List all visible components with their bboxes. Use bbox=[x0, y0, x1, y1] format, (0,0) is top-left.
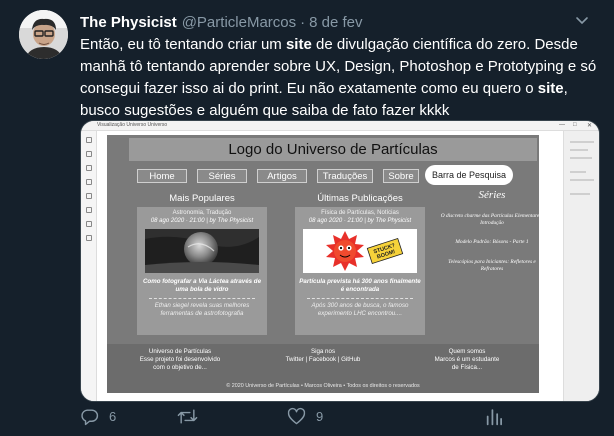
select-tool-icon bbox=[86, 137, 92, 143]
like-icon bbox=[287, 407, 306, 426]
analytics-icon bbox=[485, 407, 503, 426]
search-bar: Barra de Pesquisa bbox=[425, 165, 513, 185]
tweet-date[interactable]: 8 de fev bbox=[309, 14, 362, 31]
glass-ball-photo bbox=[145, 229, 259, 273]
reply-icon bbox=[80, 407, 99, 426]
footer-line: de Física... bbox=[451, 364, 483, 371]
pen-tool-icon bbox=[86, 207, 92, 213]
panel-line bbox=[570, 141, 594, 143]
popular-title: Mais Populares bbox=[169, 193, 235, 204]
site-mockup: Logo do Universo de Partículas Home Séri… bbox=[107, 135, 543, 393]
site-footer: Universo de Partículas Esse projeto foi … bbox=[107, 344, 539, 393]
post-card: Astronomia, Tradução 08 ago 2020 · 21:00… bbox=[137, 207, 267, 335]
reply-count: 6 bbox=[109, 408, 117, 424]
footer-line: com o objetivo de... bbox=[153, 364, 207, 371]
like-button[interactable]: 9 bbox=[287, 405, 323, 427]
post-headline: Partícula prevista há 300 anos finalment… bbox=[299, 278, 421, 293]
post-excerpt: Ethan siegel revela suas melhores ferram… bbox=[154, 302, 250, 317]
panel-line bbox=[570, 171, 586, 173]
like-count: 9 bbox=[316, 408, 324, 424]
post-card: Física de Partículas, Notícias 08 ago 20… bbox=[295, 207, 425, 335]
chevron-down-icon[interactable] bbox=[574, 12, 590, 28]
nav-about: Sobre bbox=[383, 169, 419, 183]
series-item: Telescópios para Iniciantes: Refletores … bbox=[448, 259, 536, 272]
post-meta: 08 ago 2020 · 21:00 | by The Physicist bbox=[150, 218, 254, 224]
avatar[interactable] bbox=[19, 10, 68, 59]
panel-line bbox=[570, 179, 594, 181]
post-category: Física de Partículas, Notícias bbox=[321, 210, 399, 216]
footer-line: Universo de Partículas bbox=[148, 348, 212, 355]
tweet-text-segment: Então, eu tô tentando criar um bbox=[80, 36, 286, 53]
minimize-icon: — bbox=[559, 122, 565, 128]
footer-line: Siga nos bbox=[310, 348, 336, 355]
author-handle[interactable]: @ParticleMarcos bbox=[182, 14, 296, 31]
footer-line: Twitter | Facebook | GitHub bbox=[285, 356, 361, 363]
tweet-actions: 6 9 bbox=[80, 405, 580, 427]
maximize-icon: □ bbox=[573, 122, 577, 128]
author-name[interactable]: The Physicist bbox=[80, 14, 177, 31]
rectangle-tool-icon bbox=[86, 165, 92, 171]
tweet-text: Então, eu tô tentando criar um site de d… bbox=[80, 34, 600, 122]
retweet-icon bbox=[177, 407, 198, 426]
tweet: The Physicist @ParticleMarcos · 8 de fev… bbox=[0, 0, 614, 436]
close-icon: ✕ bbox=[587, 123, 593, 129]
window-titlebar: Visualização Universo Universo — □ ✕ bbox=[81, 121, 599, 131]
footer-social: Siga nos Twitter | Facebook | GitHub bbox=[267, 348, 379, 364]
tweet-text-bold[interactable]: site bbox=[286, 36, 312, 53]
post-category: Astronomia, Tradução bbox=[172, 210, 232, 216]
divider bbox=[307, 298, 413, 299]
window-title: Visualização Universo Universo bbox=[97, 122, 168, 128]
footer-line: Quem somos bbox=[448, 348, 486, 355]
zoom-tool-icon bbox=[86, 235, 92, 241]
nav-series: Séries bbox=[197, 169, 247, 183]
footer-line: Esse projeto foi desenvolvido bbox=[139, 356, 221, 363]
tweet-header: The Physicist @ParticleMarcos · 8 de fev bbox=[80, 12, 363, 32]
tweet-media[interactable]: Visualização Universo Universo — □ ✕ Log… bbox=[80, 120, 600, 402]
post-excerpt: Após 300 anos de busca, o famoso experim… bbox=[311, 302, 409, 317]
nav-home: Home bbox=[137, 169, 187, 183]
panel-line bbox=[570, 193, 590, 195]
footer-who: Quem somos Marcos é um estudante de Físi… bbox=[415, 348, 519, 372]
ellipse-tool-icon bbox=[86, 179, 92, 185]
panel-line bbox=[570, 149, 588, 151]
footer-about: Universo de Partículas Esse projeto foi … bbox=[125, 348, 235, 372]
reply-button[interactable]: 6 bbox=[80, 405, 116, 427]
footer-line: Marcos é um estudante bbox=[434, 356, 500, 363]
separator: · bbox=[300, 13, 306, 31]
frame-tool-icon bbox=[86, 151, 92, 157]
series-item: Modelo Padrão: Bósons - Parte 1 bbox=[455, 239, 529, 245]
particle-cartoon: STUCK? BOOM! bbox=[303, 229, 417, 273]
tool-palette bbox=[81, 131, 97, 401]
site-logo: Logo do Universo de Partículas bbox=[129, 138, 537, 161]
panel-line bbox=[570, 157, 592, 159]
text-tool-icon bbox=[86, 221, 92, 227]
analytics-button[interactable] bbox=[485, 405, 503, 427]
divider bbox=[149, 298, 255, 299]
line-tool-icon bbox=[86, 193, 92, 199]
post-meta: 08 ago 2020 · 21:00 | by The Physicist bbox=[308, 218, 412, 224]
nav-translations: Traduções bbox=[317, 169, 373, 183]
properties-panel bbox=[563, 131, 599, 401]
footer-copyright: © 2020 Universo de Partículas • Marcos O… bbox=[226, 383, 420, 389]
series-item: O discreto charme das Partículas Element… bbox=[440, 213, 544, 226]
latest-title: Últimas Publicações bbox=[317, 193, 403, 204]
series-title: Séries bbox=[478, 189, 506, 201]
tweet-text-bold[interactable]: site bbox=[538, 80, 564, 97]
retweet-button[interactable] bbox=[177, 405, 208, 427]
post-headline: Como fotografar a Via Láctea através de … bbox=[142, 278, 262, 293]
nav-articles: Artigos bbox=[257, 169, 307, 183]
